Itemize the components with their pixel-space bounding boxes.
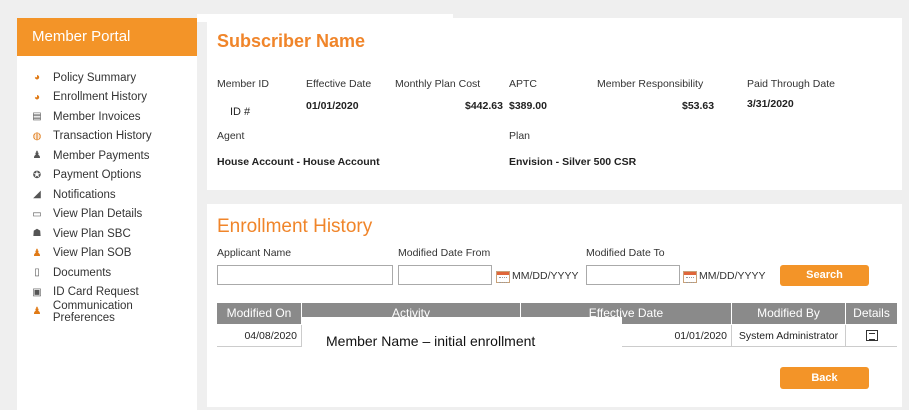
applicant-name-label: Applicant Name	[217, 247, 292, 259]
people-icon: ☗	[32, 228, 42, 240]
sidebar-item-label: ID Card Request	[53, 286, 139, 299]
member-id-label: Member ID	[217, 78, 269, 90]
gear-icon: ✪	[32, 169, 42, 181]
pie-chart-icon: ◕	[33, 91, 41, 103]
calendar-icon[interactable]	[496, 271, 510, 283]
sidebar-item-member-invoices[interactable]: ▤ Member Invoices	[29, 107, 197, 127]
sidebar-item-member-payments[interactable]: ♟ Member Payments	[29, 146, 197, 166]
sidebar-item-documents[interactable]: ▯ Documents	[29, 263, 197, 283]
sidebar-item-label: Communication Preferences	[52, 299, 133, 324]
sidebar-title: Member Portal	[17, 18, 197, 56]
pie-chart-icon: ◕	[33, 72, 41, 84]
plan-card-icon: ▭	[32, 208, 42, 220]
member-responsibility-value: $53.63	[682, 100, 715, 112]
sidebar-item-label: Policy Summary	[53, 71, 137, 84]
sidebar-item-label: Transaction History	[53, 130, 152, 143]
sidebar-item-label: Payment Options	[53, 169, 142, 182]
enrollment-history-panel: Enrollment History Applicant Name Modifi…	[207, 204, 902, 407]
sidebar-item-label: Member Invoices	[53, 110, 141, 123]
plan-value: Envision - Silver 500 CSR	[509, 156, 637, 168]
modified-to-input[interactable]	[586, 265, 680, 285]
calendar-icon[interactable]	[683, 271, 697, 283]
search-button[interactable]: Search	[780, 265, 869, 286]
agent-label: Agent	[217, 130, 245, 142]
sidebar-item-notifications[interactable]: ◢ Notifications	[29, 185, 197, 205]
communication-person-icon: ♟	[32, 306, 42, 318]
id-card-icon: ▣	[32, 286, 42, 298]
monthly-plan-cost-value: $442.63	[465, 100, 503, 112]
modified-from-input[interactable]	[398, 265, 492, 285]
details-icon[interactable]	[865, 330, 878, 341]
effective-date-value: 01/01/2020	[306, 100, 359, 112]
sidebar-item-enrollment-history[interactable]: ◕ Enrollment History	[29, 88, 197, 108]
modified-to-format-hint: MM/DD/YYYY	[699, 270, 766, 282]
payment-person-icon: ♟	[32, 150, 42, 162]
sidebar-item-label: View Plan Details	[53, 208, 143, 221]
column-header-modified-by[interactable]: Modified By	[732, 303, 846, 324]
subscriber-panel: Subscriber Name Member ID Effective Date…	[207, 18, 902, 190]
subscriber-title: Subscriber Name	[217, 31, 366, 51]
applicant-name-input[interactable]	[217, 265, 393, 285]
modified-on-cell: 04/08/2020	[217, 325, 302, 346]
sidebar-item-communication-preferences[interactable]: ♟ Communication Preferences	[29, 299, 197, 324]
enrollment-history-title: Enrollment History	[217, 216, 373, 237]
activity-text: Member Name – initial enrollment	[302, 317, 622, 355]
details-cell	[846, 325, 897, 346]
column-header-modified-on[interactable]: Modified On	[217, 303, 302, 324]
paid-through-date-value: 3/31/2020	[747, 98, 794, 110]
sidebar-item-label: Notifications	[53, 188, 116, 201]
effective-date-label: Effective Date	[306, 78, 372, 90]
sidebar-item-label: Member Payments	[53, 149, 150, 162]
history-icon: ◍	[32, 130, 42, 142]
sidebar-item-view-plan-details[interactable]: ▭ View Plan Details	[29, 205, 197, 225]
paid-through-date-label: Paid Through Date	[747, 78, 835, 90]
sidebar-item-label: Enrollment History	[53, 91, 147, 104]
sidebar-item-label: View Plan SOB	[53, 247, 132, 260]
modified-to-label: Modified Date To	[586, 247, 665, 259]
sidebar: Member Portal ◕ Policy Summary ◕ Enrollm…	[17, 18, 197, 410]
sidebar-item-label: Documents	[53, 266, 112, 279]
column-header-details: Details	[853, 306, 890, 320]
modified-from-format-hint: MM/DD/YYYY	[512, 270, 579, 282]
agent-value: House Account - House Account	[217, 156, 380, 168]
plan-label: Plan	[509, 130, 531, 142]
aptc-value: $389.00	[509, 100, 547, 112]
person-icon: ♟	[32, 247, 42, 259]
invoice-icon: ▤	[32, 111, 42, 123]
monthly-plan-cost-label: Monthly Plan Cost	[395, 78, 481, 90]
megaphone-icon: ◢	[33, 189, 41, 201]
sidebar-item-view-plan-sob[interactable]: ♟ View Plan SOB	[29, 244, 197, 264]
document-icon: ▯	[34, 267, 40, 279]
modified-from-label: Modified Date From	[398, 247, 491, 259]
sidebar-item-payment-options[interactable]: ✪ Payment Options	[29, 166, 197, 186]
sidebar-item-policy-summary[interactable]: ◕ Policy Summary	[29, 68, 197, 88]
sidebar-menu: ◕ Policy Summary ◕ Enrollment History ▤ …	[17, 56, 197, 324]
sidebar-item-transaction-history[interactable]: ◍ Transaction History	[29, 127, 197, 147]
modified-by-cell: System Administrator	[732, 325, 846, 346]
member-responsibility-label: Member Responsibility	[597, 78, 704, 90]
sidebar-item-label: View Plan SBC	[53, 227, 131, 240]
member-id-value: ID #	[230, 106, 251, 118]
sidebar-item-view-plan-sbc[interactable]: ☗ View Plan SBC	[29, 224, 197, 244]
aptc-label: APTC	[509, 78, 538, 90]
back-button[interactable]: Back	[780, 367, 869, 389]
